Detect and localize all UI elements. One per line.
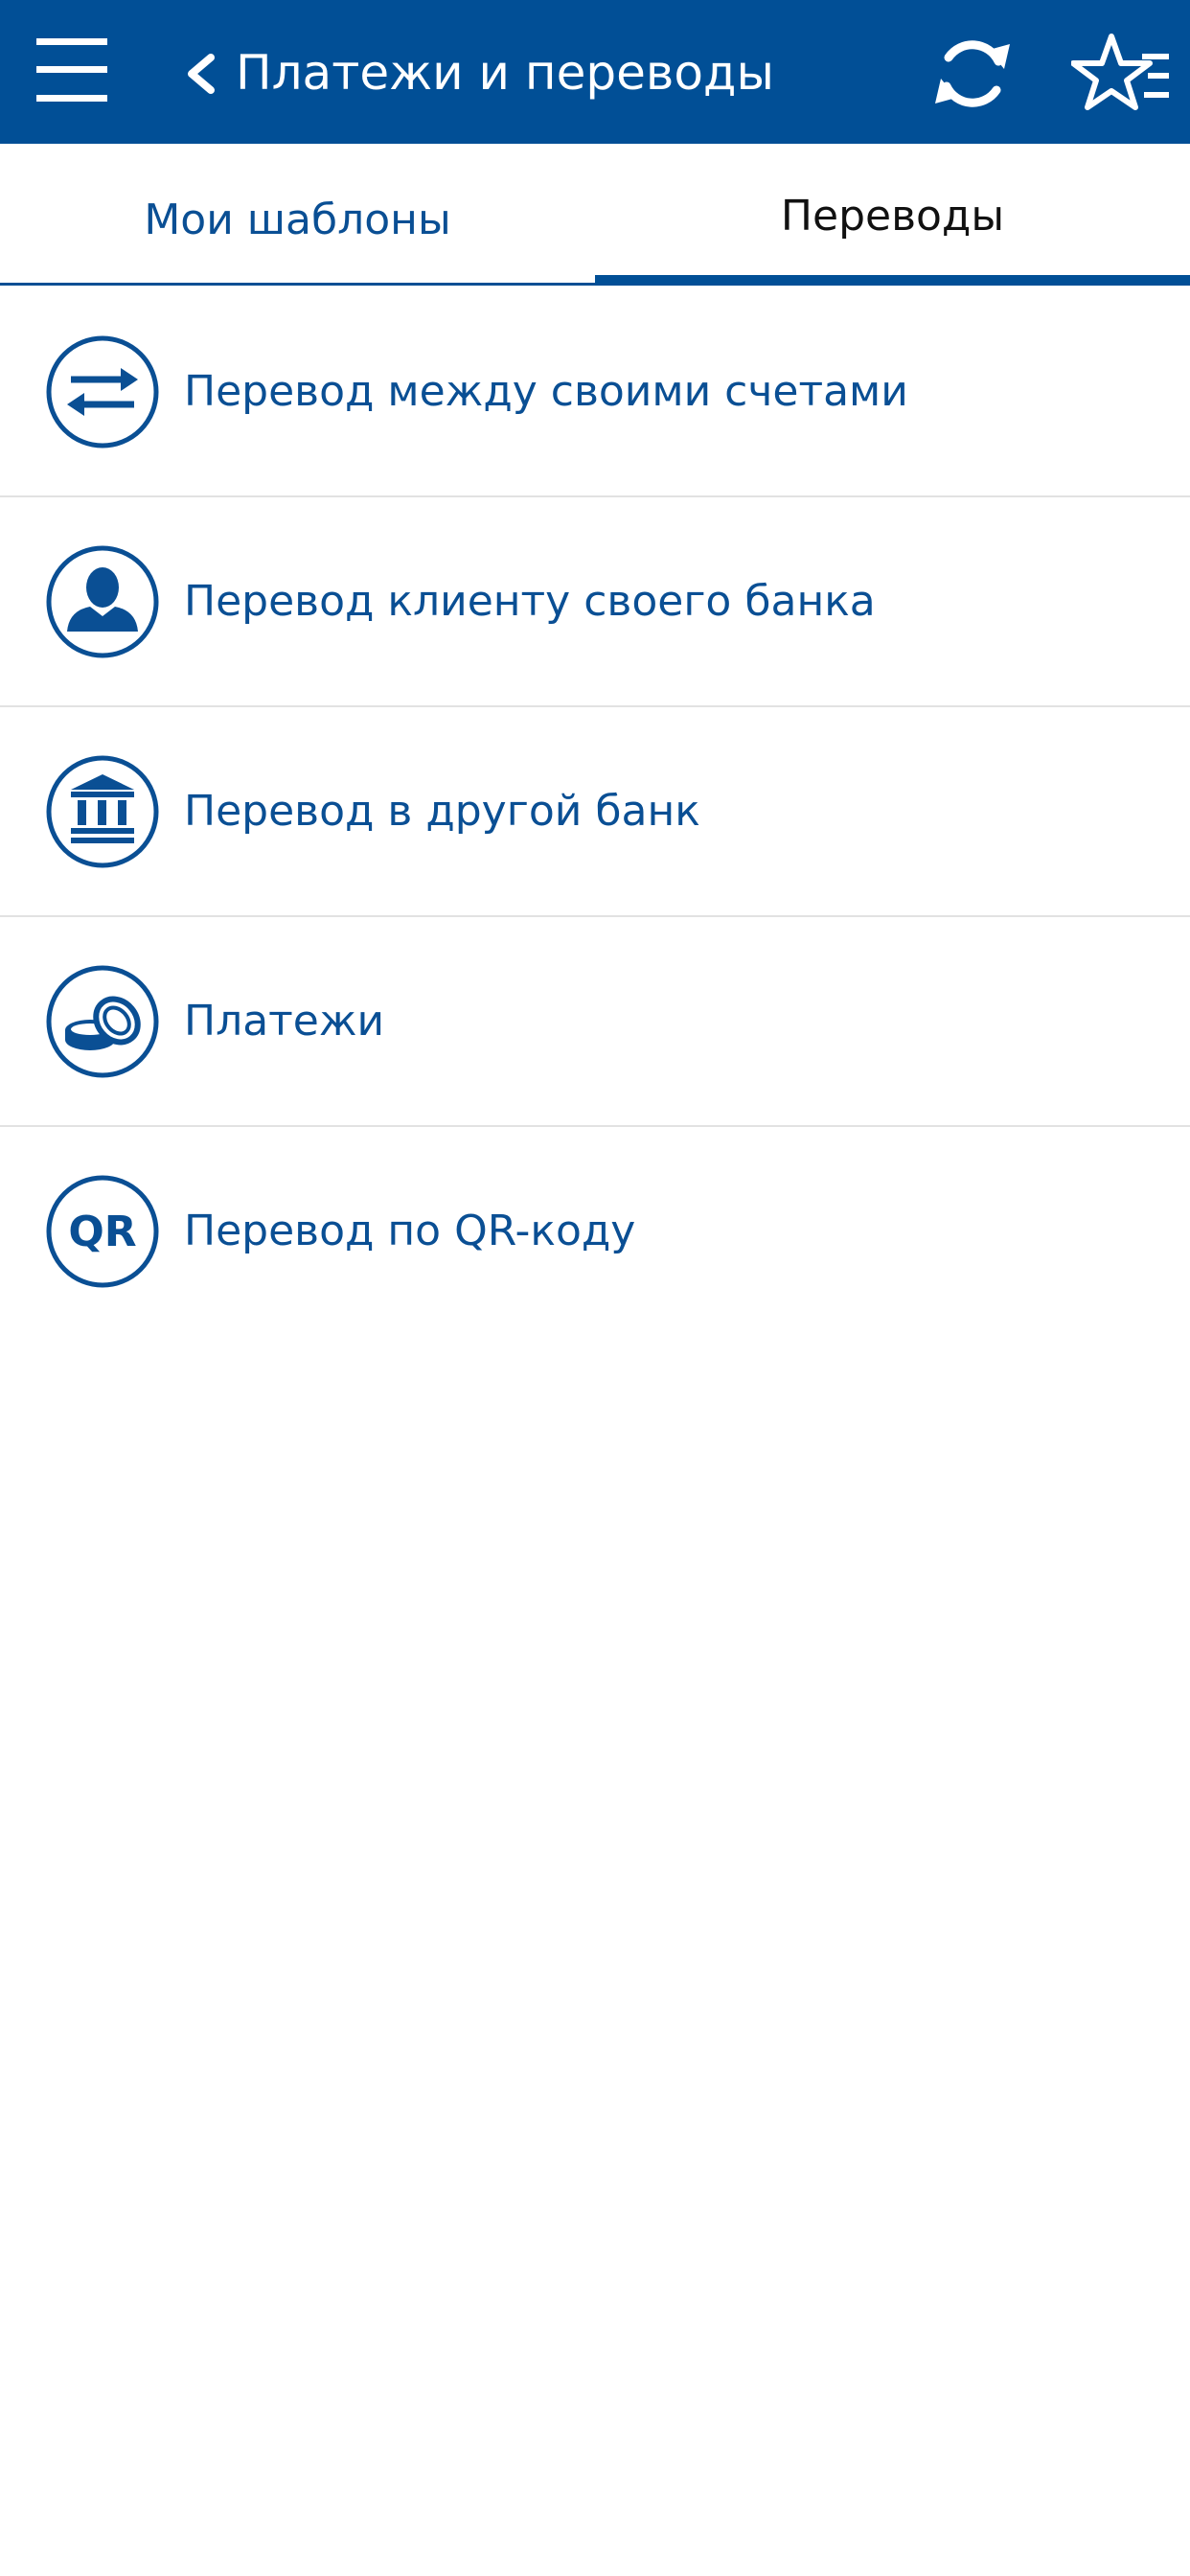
list-item-label: Перевод клиенту своего банка xyxy=(184,577,876,626)
list-item-label: Перевод по QR-коду xyxy=(184,1207,636,1255)
tab-my-templates[interactable]: Мои шаблоны xyxy=(0,144,595,288)
page-title: Платежи и переводы xyxy=(236,45,774,101)
tab-divider-line xyxy=(0,283,595,286)
qr-icon-text: QR xyxy=(68,1208,136,1256)
active-tab-indicator xyxy=(595,275,1190,286)
refresh-icon[interactable] xyxy=(931,33,1014,115)
swap-arrows-icon xyxy=(46,335,159,448)
list-item-own-accounts[interactable]: Перевод между своими счетами xyxy=(0,288,1190,497)
tab-transfers[interactable]: Переводы xyxy=(595,144,1190,288)
transfers-list: Перевод между своими счетами Перевод кли… xyxy=(0,288,1190,1337)
list-item-payments[interactable]: Платежи xyxy=(0,917,1190,1127)
chevron-left-icon[interactable] xyxy=(182,54,220,94)
qr-code-icon: QR xyxy=(46,1175,159,1288)
hamburger-menu-icon[interactable] xyxy=(36,38,107,102)
tab-my-templates-label: Мои шаблоны xyxy=(144,195,451,244)
list-item-qr-transfer[interactable]: QR Перевод по QR-коду xyxy=(0,1127,1190,1337)
list-item-label: Перевод между своими счетами xyxy=(184,367,908,416)
tab-bar: Мои шаблоны Переводы xyxy=(0,144,1190,288)
app-header: Платежи и переводы xyxy=(0,0,1190,144)
bank-building-icon xyxy=(46,755,159,868)
list-item-label: Перевод в другой банк xyxy=(184,787,700,836)
tab-transfers-label: Переводы xyxy=(780,191,1005,241)
person-icon xyxy=(46,545,159,658)
coins-icon xyxy=(46,965,159,1078)
star-list-icon[interactable] xyxy=(1071,33,1171,113)
list-item-same-bank-client[interactable]: Перевод клиенту своего банка xyxy=(0,497,1190,707)
list-item-other-bank[interactable]: Перевод в другой банк xyxy=(0,707,1190,917)
list-item-label: Платежи xyxy=(184,997,385,1046)
